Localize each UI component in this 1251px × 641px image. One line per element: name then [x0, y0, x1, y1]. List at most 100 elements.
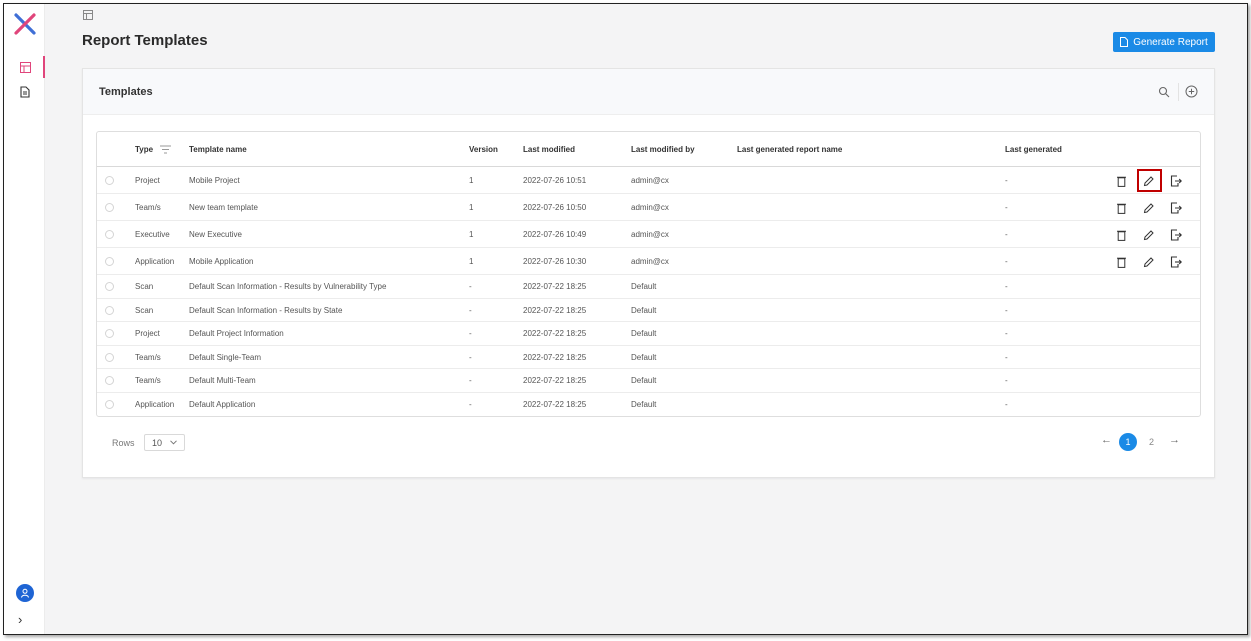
last-generated-cell: -: [1005, 282, 1008, 291]
page-2-button[interactable]: 2: [1149, 437, 1154, 447]
table-header: Type Template name Version Last modified…: [97, 132, 1200, 167]
last-modified-by-cell: Default: [631, 376, 657, 385]
header-last-generated: Last generated: [1005, 145, 1062, 154]
last-generated-cell: -: [1005, 203, 1008, 212]
expand-sidebar-icon[interactable]: ›: [18, 612, 22, 627]
last-modified-cell: 2022-07-26 10:49: [523, 230, 587, 239]
card-title: Templates: [99, 86, 153, 98]
version-cell: -: [469, 376, 472, 385]
template-name-cell: Default Project Information: [189, 329, 284, 338]
type-cell: Scan: [135, 306, 154, 315]
last-generated-cell: -: [1005, 230, 1008, 239]
logo-icon[interactable]: [13, 12, 37, 36]
export-icon[interactable]: [1170, 229, 1182, 241]
delete-icon[interactable]: [1115, 175, 1127, 187]
generate-report-button[interactable]: Generate Report: [1113, 32, 1215, 52]
type-cell: Team/s: [135, 353, 161, 362]
sidebar: ›: [4, 4, 45, 634]
row-select-radio[interactable]: [105, 376, 114, 385]
rows-per-page-value: 10: [152, 437, 163, 448]
next-page-arrow-icon[interactable]: →: [1169, 434, 1180, 446]
last-generated-cell: -: [1005, 257, 1008, 266]
last-modified-by-cell: Default: [631, 329, 657, 338]
templates-table: Type Template name Version Last modified…: [96, 131, 1201, 417]
type-cell: Application: [135, 400, 175, 409]
rows-label: Rows: [112, 438, 135, 448]
row-select-radio[interactable]: [105, 353, 114, 362]
table-row[interactable]: Team/s Default Single-Team - 2022-07-22 18:…: [97, 346, 1200, 369]
rows-per-page-select[interactable]: 10: [144, 434, 185, 451]
row-select-radio[interactable]: [105, 282, 114, 291]
filter-icon[interactable]: [160, 145, 171, 154]
table-row[interactable]: Scan Default Scan Information - Results b…: [97, 275, 1200, 299]
table-row[interactable]: Team/s Default Multi-Team - 2022-07-22 18:2…: [97, 369, 1200, 393]
row-select-radio[interactable]: [105, 257, 114, 266]
app-window: › Report Templates Generate Report Templ…: [3, 3, 1248, 635]
version-cell: -: [469, 353, 472, 362]
row-select-radio[interactable]: [105, 176, 114, 185]
edit-icon[interactable]: [1142, 202, 1154, 214]
last-modified-by-cell: admin@cx: [631, 257, 669, 266]
table-row[interactable]: Application Default Application - 2022-07-2…: [97, 393, 1200, 416]
header-last-modified-by: Last modified by: [631, 145, 695, 154]
edit-icon[interactable]: [1142, 256, 1154, 268]
table-row[interactable]: Application Mobile Application 1 2022-07-26…: [97, 248, 1200, 275]
version-cell: 1: [469, 176, 474, 185]
last-generated-cell: -: [1005, 306, 1008, 315]
row-select-radio[interactable]: [105, 400, 114, 409]
table-row[interactable]: Project Default Project Information - 2022-…: [97, 322, 1200, 346]
export-icon[interactable]: [1170, 202, 1182, 214]
version-cell: -: [469, 329, 472, 338]
template-name-cell: New Executive: [189, 230, 242, 239]
delete-icon[interactable]: [1115, 229, 1127, 241]
version-cell: -: [469, 282, 472, 291]
last-modified-cell: 2022-07-22 18:25: [523, 353, 587, 362]
previous-page-arrow-icon[interactable]: ←: [1101, 434, 1112, 446]
card-header: Templates: [83, 69, 1214, 115]
header-divider: [1178, 83, 1179, 101]
type-cell: Executive: [135, 230, 170, 239]
last-modified-cell: 2022-07-22 18:25: [523, 282, 587, 291]
add-template-icon[interactable]: [1185, 85, 1198, 98]
delete-icon[interactable]: [1115, 202, 1127, 214]
row-select-radio[interactable]: [105, 230, 114, 239]
last-modified-by-cell: Default: [631, 306, 657, 315]
row-select-radio[interactable]: [105, 306, 114, 315]
last-modified-cell: 2022-07-22 18:25: [523, 306, 587, 315]
last-modified-cell: 2022-07-22 18:25: [523, 329, 587, 338]
templates-card: Templates Type Template name Version Las…: [82, 68, 1215, 478]
document-icon: [1120, 37, 1129, 47]
row-select-radio[interactable]: [105, 329, 114, 338]
table-row[interactable]: Scan Default Scan Information - Results b…: [97, 299, 1200, 322]
last-modified-by-cell: Default: [631, 282, 657, 291]
table-row[interactable]: Project Mobile Project 1 2022-07-26 10:51 ad…: [97, 167, 1200, 194]
report-templates-nav-icon[interactable]: [18, 60, 32, 74]
reports-nav-icon[interactable]: [18, 85, 32, 99]
page-title: Report Templates: [82, 32, 208, 49]
search-icon[interactable]: [1158, 86, 1170, 98]
table-row[interactable]: Team/s New team template 1 2022-07-26 10:50…: [97, 194, 1200, 221]
delete-icon[interactable]: [1115, 256, 1127, 268]
version-cell: 1: [469, 257, 474, 266]
breadcrumb-templates-icon[interactable]: [83, 10, 93, 20]
last-modified-by-cell: admin@cx: [631, 176, 669, 185]
type-cell: Project: [135, 329, 160, 338]
chevron-down-icon: [170, 440, 177, 445]
last-modified-by-cell: Default: [631, 353, 657, 362]
last-modified-cell: 2022-07-26 10:30: [523, 257, 587, 266]
header-type[interactable]: Type: [135, 145, 153, 154]
edit-icon[interactable]: [1142, 229, 1154, 241]
page-1-button[interactable]: 1: [1119, 433, 1137, 451]
type-cell: Application: [135, 257, 175, 266]
row-select-radio[interactable]: [105, 203, 114, 212]
sidebar-active-indicator: [43, 56, 45, 78]
export-icon[interactable]: [1170, 175, 1182, 187]
template-name-cell: Default Multi-Team: [189, 376, 256, 385]
edit-button-highlight: [1137, 169, 1162, 192]
export-icon[interactable]: [1170, 256, 1182, 268]
template-name-cell: Default Single-Team: [189, 353, 262, 362]
header-template-name: Template name: [189, 145, 247, 154]
version-cell: -: [469, 306, 472, 315]
user-avatar-icon[interactable]: [16, 584, 34, 602]
table-row[interactable]: Executive New Executive 1 2022-07-26 10:49 a…: [97, 221, 1200, 248]
